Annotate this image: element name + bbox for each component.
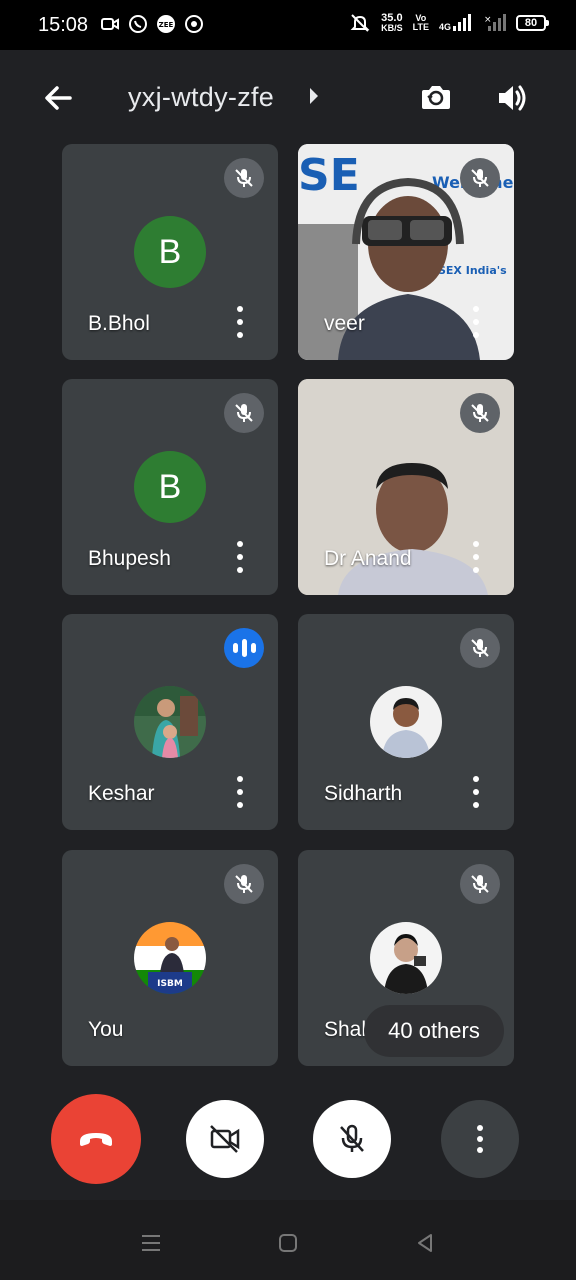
signal-icon: 4G — [439, 14, 472, 32]
participant-tile-self[interactable]: ISBM You — [62, 850, 278, 1066]
meeting-code[interactable]: yxj-wtdy-zfe — [128, 82, 274, 113]
battery-icon: 80 — [516, 15, 549, 31]
camera-switch-icon — [422, 86, 450, 109]
participant-tile[interactable]: B B.Bhol — [62, 144, 278, 360]
mic-off-icon — [224, 864, 264, 904]
mic-off-icon — [224, 158, 264, 198]
svg-text:SE: SE — [298, 150, 360, 201]
silent-icon — [350, 14, 370, 32]
participant-name: veer — [324, 312, 365, 335]
participant-name: B.Bhol — [88, 312, 150, 335]
camera-switch-button[interactable] — [414, 76, 458, 120]
recent-apps-button[interactable] — [136, 1228, 166, 1258]
speaker-button[interactable] — [490, 76, 534, 120]
more-vertical-icon — [477, 1125, 483, 1153]
more-options-button[interactable] — [441, 1100, 519, 1178]
arrow-left-icon — [45, 86, 72, 110]
avatar — [370, 922, 442, 994]
participant-name: Dr Anand — [324, 547, 412, 570]
chevron-right-icon[interactable] — [310, 88, 318, 104]
avatar: ISBM — [134, 922, 206, 994]
participant-tile[interactable]: Dr Anand — [298, 379, 514, 595]
chrome-icon — [185, 15, 203, 33]
microphone-toggle-button[interactable] — [313, 1100, 391, 1178]
participant-tile[interactable]: B Bhupesh — [62, 379, 278, 595]
menu-icon — [142, 1235, 160, 1251]
back-button[interactable] — [38, 78, 78, 118]
zee-icon: ZEE — [157, 15, 175, 33]
signal-2-icon: × — [484, 14, 506, 31]
home-square-icon — [279, 1234, 297, 1252]
more-vertical-icon[interactable] — [232, 541, 248, 573]
svg-text:SEX India's: SEX India's — [438, 264, 507, 277]
more-vertical-icon[interactable] — [232, 776, 248, 808]
participant-name: Keshar — [88, 782, 155, 805]
system-nav-bar — [0, 1200, 576, 1280]
svg-text:ZEE: ZEE — [159, 21, 174, 29]
video-notification-icon — [101, 18, 119, 30]
back-nav-button[interactable] — [410, 1228, 440, 1258]
status-bar: 15:08 ZEE 35.0 KB/S Vo LTE 4G × 80 — [0, 0, 576, 50]
mic-off-icon — [460, 864, 500, 904]
mic-off-icon — [460, 158, 500, 198]
notification-icons: ZEE — [100, 14, 204, 34]
back-triangle-icon — [418, 1234, 432, 1252]
more-vertical-icon[interactable] — [468, 776, 484, 808]
avatar: B — [134, 216, 206, 288]
meeting-header: yxj-wtdy-zfe — [0, 50, 576, 142]
network-speed: 35.0 KB/S — [381, 12, 403, 33]
mic-off-icon — [340, 1124, 364, 1152]
mic-off-icon — [460, 628, 500, 668]
whatsapp-icon — [129, 15, 147, 33]
avatar — [370, 686, 442, 758]
volume-icon — [499, 85, 526, 111]
svg-text:×: × — [484, 15, 492, 25]
participant-name: You — [88, 1018, 124, 1041]
avatar — [134, 686, 206, 758]
video-off-icon — [210, 1125, 240, 1153]
participant-tile[interactable]: SE Welcome SEX India's veer — [298, 144, 514, 360]
more-vertical-icon[interactable] — [468, 306, 484, 338]
speaking-indicator-icon — [224, 628, 264, 668]
status-time: 15:08 — [38, 14, 89, 36]
phone-hangup-icon — [80, 1133, 112, 1146]
camera-toggle-button[interactable] — [186, 1100, 264, 1178]
participant-name: Bhupesh — [88, 547, 171, 570]
mic-off-icon — [224, 393, 264, 433]
svg-text:ISBM: ISBM — [157, 979, 183, 989]
end-call-button[interactable] — [51, 1094, 141, 1184]
more-vertical-icon[interactable] — [232, 306, 248, 338]
participant-tile[interactable]: Sidharth — [298, 614, 514, 830]
avatar: B — [134, 451, 206, 523]
status-right: 35.0 KB/S Vo LTE 4G × 80 — [349, 12, 549, 34]
volte-indicator: Vo LTE — [412, 13, 429, 32]
participant-name: Sidharth — [324, 782, 403, 805]
participant-tile[interactable]: Keshar — [62, 614, 278, 830]
mic-off-icon — [460, 393, 500, 433]
more-vertical-icon[interactable] — [468, 541, 484, 573]
home-button[interactable] — [273, 1228, 303, 1258]
others-count-button[interactable]: 40 others — [364, 1005, 504, 1057]
